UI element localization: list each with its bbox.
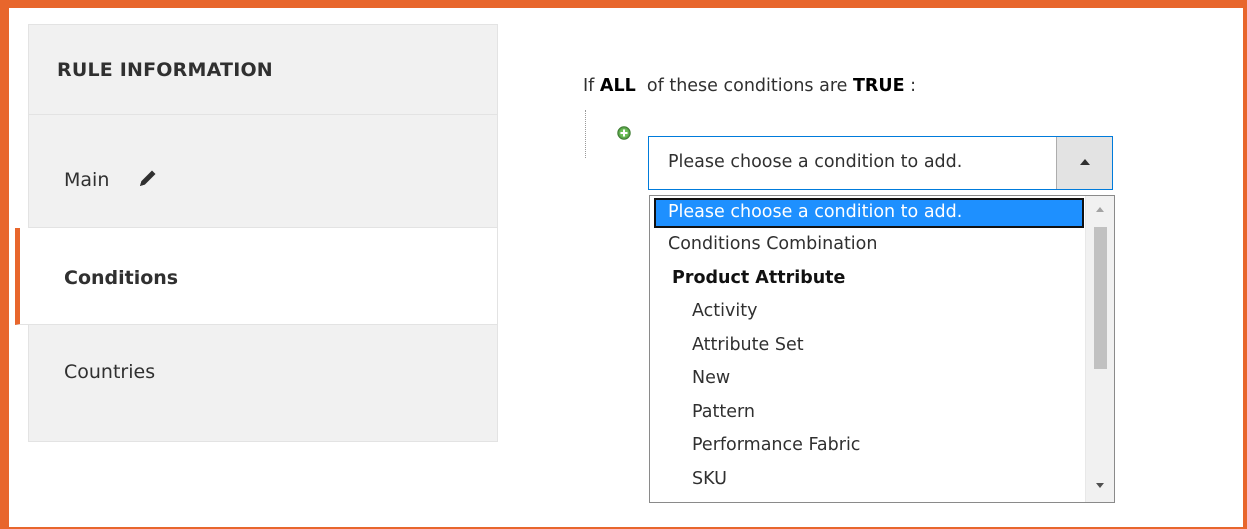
rule-tabs-sidebar: RULE INFORMATION Main Conditions Countri… xyxy=(15,24,498,442)
pencil-icon xyxy=(137,167,159,194)
condition-dropdown-list[interactable]: Please choose a condition to add. Condit… xyxy=(649,195,1115,503)
add-condition-icon[interactable] xyxy=(617,125,631,140)
option-pattern[interactable]: Pattern xyxy=(650,396,1086,430)
triangle-up-icon xyxy=(1080,159,1090,165)
header-suffix: : xyxy=(910,76,917,96)
header-middle: of these conditions are xyxy=(646,76,848,96)
value-link[interactable]: TRUE xyxy=(853,76,905,96)
sidebar-title: RULE INFORMATION xyxy=(29,25,497,115)
option-conditions-combination[interactable]: Conditions Combination xyxy=(650,228,1086,262)
dropdown-options: Please choose a condition to add. Condit… xyxy=(650,196,1086,496)
conditions-header: If ALL of these conditions are TRUE : xyxy=(583,76,916,96)
condition-tree-line xyxy=(585,110,586,158)
option-sku[interactable]: SKU xyxy=(650,463,1086,497)
option-please-choose[interactable]: Please choose a condition to add. xyxy=(654,198,1084,228)
tab-main[interactable]: Main xyxy=(29,115,497,228)
tab-countries-label: Countries xyxy=(64,361,156,383)
option-performance-fabric[interactable]: Performance Fabric xyxy=(650,429,1086,463)
dropdown-scrollbar[interactable] xyxy=(1085,196,1114,502)
select-toggle-button[interactable] xyxy=(1056,137,1112,189)
tab-conditions-label: Conditions xyxy=(64,267,179,289)
option-new[interactable]: New xyxy=(650,362,1086,396)
tab-countries[interactable]: Countries xyxy=(29,325,497,442)
aggregator-link[interactable]: ALL xyxy=(600,76,636,96)
condition-select-value: Please choose a condition to add. xyxy=(668,152,963,172)
tab-main-label: Main xyxy=(64,169,110,191)
option-attribute-set[interactable]: Attribute Set xyxy=(650,329,1086,363)
option-activity[interactable]: Activity xyxy=(650,295,1086,329)
scroll-up-arrow-icon[interactable] xyxy=(1096,207,1104,212)
scroll-down-arrow-icon[interactable] xyxy=(1096,483,1104,488)
header-prefix: If xyxy=(583,76,595,96)
tab-conditions[interactable]: Conditions xyxy=(15,228,497,325)
scrollbar-thumb[interactable] xyxy=(1094,227,1107,369)
optgroup-product-attribute: Product Attribute xyxy=(672,267,846,288)
condition-select[interactable]: Please choose a condition to add. xyxy=(648,136,1113,190)
